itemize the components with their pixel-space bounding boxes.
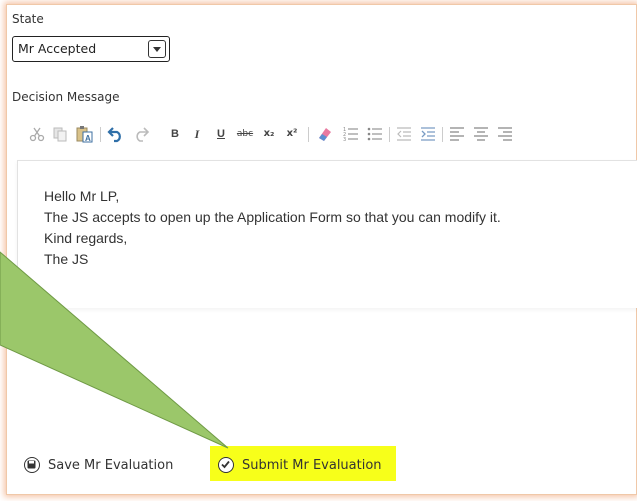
outdent-icon[interactable] (394, 123, 414, 145)
redo-icon[interactable] (130, 123, 152, 145)
toolbar-separator (100, 127, 101, 142)
remove-format-icon[interactable] (313, 123, 335, 145)
underline-button[interactable]: U (213, 123, 229, 145)
state-label: State (12, 12, 44, 26)
undo-icon[interactable] (105, 123, 127, 145)
align-left-icon[interactable] (447, 123, 467, 145)
align-center-icon[interactable] (471, 123, 491, 145)
save-icon (24, 457, 40, 473)
editor-toolbar: A B I U abc x₂ x² 123 (27, 123, 637, 147)
paste-text-icon[interactable]: A (73, 123, 95, 145)
save-evaluation-button[interactable]: Save Mr Evaluation (24, 454, 173, 476)
toolbar-separator (308, 127, 309, 142)
check-circle-icon (218, 457, 234, 473)
state-select-value: Mr Accepted (18, 41, 97, 56)
submit-evaluation-label: Submit Mr Evaluation (242, 457, 382, 473)
submit-evaluation-button[interactable]: Submit Mr Evaluation (218, 454, 382, 476)
indent-icon[interactable] (418, 123, 438, 145)
align-right-icon[interactable] (495, 123, 515, 145)
message-editor[interactable]: Hello Mr LP, The JS accepts to open up t… (17, 160, 637, 308)
message-line: Kind regards, (44, 230, 128, 246)
state-select[interactable]: Mr Accepted (12, 36, 170, 62)
message-line: The JS (44, 251, 89, 267)
numbered-list-icon[interactable]: 123 (341, 123, 361, 145)
decision-message-label: Decision Message (12, 90, 120, 104)
cut-icon[interactable] (27, 123, 47, 145)
strikethrough-button[interactable]: abc (233, 123, 257, 145)
save-evaluation-label: Save Mr Evaluation (48, 457, 174, 473)
italic-button[interactable]: I (189, 123, 205, 145)
superscript-button[interactable]: x² (282, 123, 302, 145)
svg-text:A: A (85, 134, 91, 143)
bulleted-list-icon[interactable] (365, 123, 385, 145)
toolbar-separator (389, 127, 390, 142)
copy-icon[interactable] (50, 123, 70, 145)
message-line: The JS accepts to open up the Applicatio… (44, 209, 501, 225)
subscript-button[interactable]: x₂ (259, 123, 279, 145)
message-line: Hello Mr LP, (44, 188, 120, 204)
svg-text:3: 3 (343, 137, 346, 142)
bold-button[interactable]: B (167, 123, 183, 145)
chevron-down-icon[interactable] (148, 40, 166, 58)
toolbar-separator (442, 127, 443, 142)
